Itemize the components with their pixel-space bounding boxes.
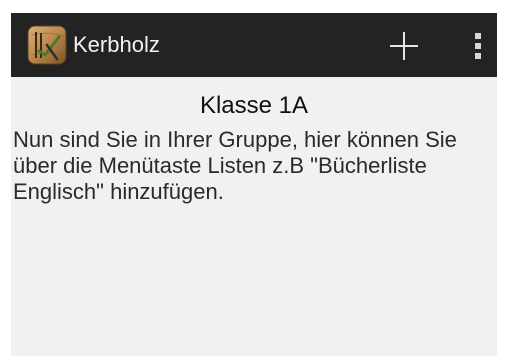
overflow-menu-button[interactable]: [471, 31, 485, 61]
add-list-button[interactable]: [387, 29, 421, 63]
app-screen: Kerbholz Klasse 1A Nun sind Sie in Ihrer…: [11, 13, 497, 356]
plus-icon: [390, 32, 418, 60]
action-bar: Kerbholz: [11, 13, 497, 77]
app-title: Kerbholz: [73, 32, 160, 57]
vertical-dots-icon: [475, 33, 481, 59]
group-title: Klasse 1A: [199, 92, 309, 119]
group-info-message: Nun sind Sie in Ihrer Gruppe, hier könne…: [13, 127, 457, 204]
app-icon[interactable]: [27, 25, 67, 65]
